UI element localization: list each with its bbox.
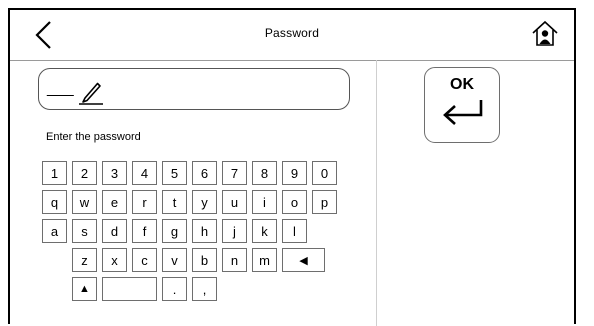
key-p[interactable]: p bbox=[312, 190, 337, 214]
key-m[interactable]: m bbox=[252, 248, 277, 272]
space-key[interactable] bbox=[102, 277, 157, 301]
key-i[interactable]: i bbox=[252, 190, 277, 214]
key-7[interactable]: 7 bbox=[222, 161, 247, 185]
key-9[interactable]: 9 bbox=[282, 161, 307, 185]
key-e[interactable]: e bbox=[102, 190, 127, 214]
key-u[interactable]: u bbox=[222, 190, 247, 214]
password-field[interactable]: ___ bbox=[38, 68, 350, 110]
key-y[interactable]: y bbox=[192, 190, 217, 214]
key-3[interactable]: 3 bbox=[102, 161, 127, 185]
key-k[interactable]: k bbox=[252, 219, 277, 243]
key-1[interactable]: 1 bbox=[42, 161, 67, 185]
page-title: Password bbox=[264, 26, 320, 40]
enter-icon bbox=[443, 100, 483, 125]
key-o[interactable]: o bbox=[282, 190, 307, 214]
key-2[interactable]: 2 bbox=[72, 161, 97, 185]
key-z[interactable]: z bbox=[72, 248, 97, 272]
key-f[interactable]: f bbox=[132, 219, 157, 243]
key-c[interactable]: c bbox=[132, 248, 157, 272]
key-v[interactable]: v bbox=[162, 248, 187, 272]
key-4[interactable]: 4 bbox=[132, 161, 157, 185]
key-w[interactable]: w bbox=[72, 190, 97, 214]
key-0[interactable]: 0 bbox=[312, 161, 337, 185]
pencil-icon[interactable] bbox=[79, 77, 105, 105]
key-s[interactable]: s bbox=[72, 219, 97, 243]
key-r[interactable]: r bbox=[132, 190, 157, 214]
key-h[interactable]: h bbox=[192, 219, 217, 243]
backspace-key[interactable]: ◀ bbox=[282, 248, 325, 272]
password-value: ___ bbox=[47, 80, 74, 97]
key-d[interactable]: d bbox=[102, 219, 127, 243]
ok-label: OK bbox=[450, 76, 474, 93]
key-t[interactable]: t bbox=[162, 190, 187, 214]
key-x[interactable]: x bbox=[102, 248, 127, 272]
password-prompt: Enter the password bbox=[46, 131, 141, 143]
key-g[interactable]: g bbox=[162, 219, 187, 243]
key-6[interactable]: 6 bbox=[192, 161, 217, 185]
password-screen: Password ___ Enter the password 12345678… bbox=[8, 8, 576, 326]
key-b[interactable]: b bbox=[192, 248, 217, 272]
key-j[interactable]: j bbox=[222, 219, 247, 243]
key-comma[interactable]: , bbox=[192, 277, 217, 301]
key-8[interactable]: 8 bbox=[252, 161, 277, 185]
header-bar: Password bbox=[10, 10, 574, 61]
key-a[interactable]: a bbox=[42, 219, 67, 243]
key-5[interactable]: 5 bbox=[162, 161, 187, 185]
panel-divider bbox=[376, 60, 377, 326]
home-icon[interactable] bbox=[530, 18, 560, 48]
key-q[interactable]: q bbox=[42, 190, 67, 214]
on-screen-keyboard: 1 2 3 4 5 6 7 8 9 0 q w e r t y u i o p a s d f g h j k l z x c v b n m ◀ ▲., bbox=[42, 161, 362, 326]
key-period[interactable]: . bbox=[162, 277, 187, 301]
key-n[interactable]: n bbox=[222, 248, 247, 272]
key-l[interactable]: l bbox=[282, 219, 307, 243]
shift-key[interactable]: ▲ bbox=[72, 277, 97, 301]
ok-button[interactable]: OK bbox=[424, 67, 500, 143]
